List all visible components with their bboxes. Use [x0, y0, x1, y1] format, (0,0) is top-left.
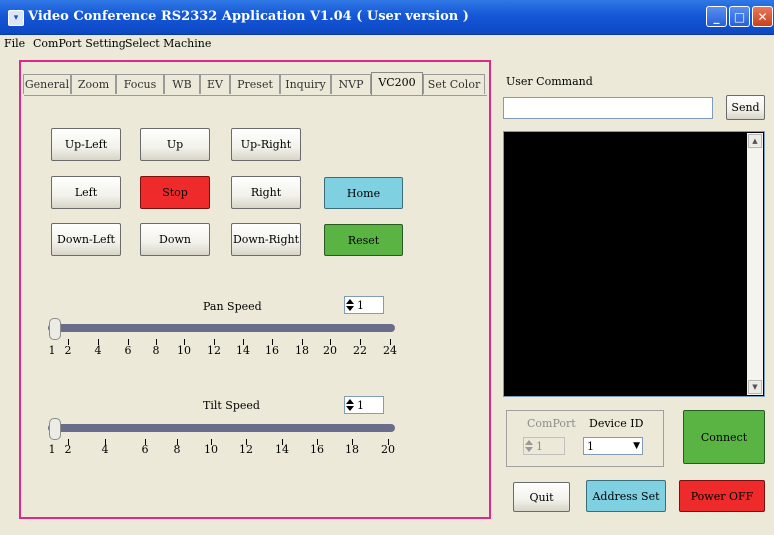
minimize-icon: _ — [713, 10, 720, 24]
user-command-input[interactable] — [503, 97, 713, 119]
minimize-button[interactable]: _ — [706, 6, 727, 27]
down-left-button[interactable]: Down-Left — [51, 223, 121, 256]
send-button[interactable]: Send — [726, 95, 765, 120]
slider-tick-label: 16 — [265, 344, 279, 357]
pan-speed-spinner[interactable]: 1 — [344, 296, 384, 314]
reset-button[interactable]: Reset — [324, 224, 403, 256]
comport-group: ComPort Device ID 1 1 ▼ — [506, 410, 664, 467]
output-scrollbar[interactable]: ▲ ▼ — [747, 133, 763, 395]
user-command-label: User Command — [506, 75, 593, 88]
slider-tick-label: 4 — [101, 443, 109, 456]
device-id-value: 1 — [587, 440, 594, 453]
slider-tick-label: 2 — [64, 344, 72, 357]
device-id-select[interactable]: 1 ▼ — [583, 437, 643, 455]
tab-zoom[interactable]: Zoom — [71, 74, 116, 94]
slider-tick-label: 18 — [295, 344, 309, 357]
tab-strip: General Zoom Focus WB EV Preset Inquiry … — [23, 72, 489, 96]
maximize-button[interactable]: □ — [729, 6, 750, 27]
tab-inquiry[interactable]: Inquiry — [280, 74, 331, 94]
up-left-button[interactable]: Up-Left — [51, 128, 121, 161]
tilt-speed-spinner[interactable]: 1 — [344, 396, 384, 414]
output-console — [503, 131, 765, 397]
comport-value: 1 — [536, 440, 543, 453]
window-title: Video Conference RS2332 Application V1.0… — [28, 9, 469, 24]
tilt-speed-value: 1 — [357, 399, 364, 412]
address-set-button[interactable]: Address Set — [586, 480, 666, 512]
device-id-label: Device ID — [589, 417, 644, 430]
menu-file[interactable]: File — [4, 37, 25, 50]
slider-tick-label: 22 — [353, 344, 367, 357]
spinner-arrows-icon[interactable] — [346, 298, 354, 312]
close-button[interactable]: ✕ — [752, 6, 773, 27]
slider-tick-label: 10 — [177, 344, 191, 357]
slider-tick-label: 14 — [236, 344, 250, 357]
pan-speed-track[interactable] — [48, 324, 395, 332]
tab-nvp[interactable]: NVP — [331, 74, 371, 94]
connect-button[interactable]: Connect — [683, 410, 765, 464]
app-icon[interactable]: ▾ — [8, 10, 24, 26]
slider-tick-label: 4 — [94, 344, 102, 357]
down-button[interactable]: Down — [140, 223, 210, 256]
pan-speed-value: 1 — [357, 299, 364, 312]
scroll-up-icon[interactable]: ▲ — [748, 134, 762, 148]
comport-spinner: 1 — [523, 437, 565, 455]
slider-tick-label: 8 — [152, 344, 160, 357]
slider-tick-label: 6 — [124, 344, 132, 357]
stop-button[interactable]: Stop — [140, 176, 210, 209]
slider-tick-label: 12 — [207, 344, 221, 357]
home-button[interactable]: Home — [324, 177, 403, 209]
spinner-arrows-icon — [525, 440, 533, 452]
slider-tick-label: 24 — [383, 344, 397, 357]
scroll-down-icon[interactable]: ▼ — [748, 380, 762, 394]
up-button[interactable]: Up — [140, 128, 210, 161]
slider-tick-label: 20 — [323, 344, 337, 357]
menu-bar: File ComPort Setting Select Machine — [0, 35, 774, 53]
tab-vc200[interactable]: VC200 — [371, 72, 423, 96]
slider-tick-label: 8 — [173, 443, 181, 456]
slider-tick-label: 12 — [239, 443, 253, 456]
slider-tick-label: 10 — [204, 443, 218, 456]
up-right-button[interactable]: Up-Right — [231, 128, 301, 161]
tilt-speed-track[interactable] — [48, 424, 395, 432]
menu-select-machine[interactable]: Select Machine — [125, 37, 211, 50]
slider-tick-label: 20 — [381, 443, 395, 456]
close-icon: ✕ — [757, 10, 768, 24]
tab-general[interactable]: General — [23, 74, 71, 94]
tilt-speed-thumb[interactable] — [49, 418, 61, 440]
slider-tick-label: 16 — [310, 443, 324, 456]
quit-button[interactable]: Quit — [513, 482, 570, 512]
tab-preset[interactable]: Preset — [230, 74, 280, 94]
chevron-down-icon[interactable]: ▼ — [633, 441, 640, 451]
comport-label: ComPort — [527, 417, 576, 430]
slider-tick-label: 18 — [345, 443, 359, 456]
down-right-button[interactable]: Down-Right — [231, 223, 301, 256]
tab-set-color[interactable]: Set Color — [423, 74, 485, 94]
left-button[interactable]: Left — [51, 176, 121, 209]
power-off-button[interactable]: Power OFF — [679, 480, 765, 512]
slider-tick-label: 14 — [275, 443, 289, 456]
slider-tick-label: 6 — [141, 443, 149, 456]
slider-tick-label: 2 — [64, 443, 72, 456]
maximize-icon: □ — [733, 10, 746, 24]
menu-comport-setting[interactable]: ComPort Setting — [33, 37, 126, 50]
tab-wb[interactable]: WB — [164, 74, 200, 94]
tab-focus[interactable]: Focus — [116, 74, 164, 94]
spinner-arrows-icon[interactable] — [346, 398, 354, 412]
tab-ev[interactable]: EV — [200, 74, 230, 94]
tilt-speed-label: Tilt Speed — [203, 399, 260, 412]
pan-speed-thumb[interactable] — [49, 318, 61, 340]
title-bar: ▾ Video Conference RS2332 Application V1… — [0, 0, 774, 35]
right-button[interactable]: Right — [231, 176, 301, 209]
pan-speed-label: Pan Speed — [203, 300, 262, 313]
